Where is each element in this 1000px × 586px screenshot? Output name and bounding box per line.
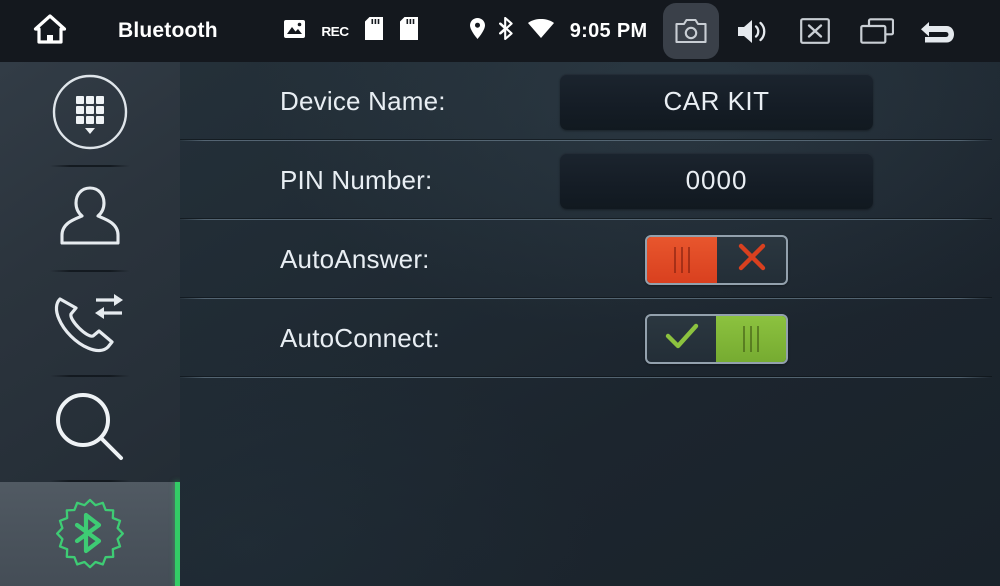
table-row: AutoAnswer: [180, 220, 1000, 299]
table-row: Device Name: CAR KIT [180, 62, 1000, 141]
toggle-knob [716, 315, 786, 362]
table-row: AutoConnect: [180, 299, 1000, 378]
home-button[interactable] [20, 13, 80, 49]
sidebar-item-contacts[interactable] [0, 167, 180, 272]
search-icon [51, 389, 129, 470]
sidebar-item-dialpad[interactable] [0, 62, 180, 167]
rec-icon: REC [321, 23, 349, 39]
toggle-state-icon-wrap [717, 242, 786, 277]
sidebar-item-call-history[interactable] [0, 272, 180, 377]
autoanswer-toggle[interactable] [645, 234, 788, 285]
status-right-button-group [663, 3, 967, 59]
dialpad-icon [52, 74, 128, 155]
home-icon [33, 13, 67, 49]
sd-card-1-icon [364, 17, 383, 45]
status-bar: Bluetooth REC 9:05 PM [0, 0, 1000, 62]
toggle-state-icon-wrap [647, 322, 716, 355]
page-title: Bluetooth [118, 19, 218, 42]
location-icon [469, 18, 485, 44]
infotainment-screen: Bluetooth REC 9:05 PM Device Name: CAR K… [0, 0, 1000, 586]
volume-button[interactable] [725, 3, 781, 59]
autoconnect-toggle[interactable] [645, 313, 788, 364]
contact-icon [53, 180, 127, 259]
windows-button[interactable] [849, 3, 905, 59]
row-label-autoanswer: AutoAnswer: [280, 244, 430, 274]
settings-panel: Device Name: CAR KIT PIN Number: 0000 Au… [180, 62, 1000, 586]
bluetooth-gear-icon [54, 497, 126, 574]
grip-icon [743, 325, 759, 352]
bluetooth-icon [498, 16, 514, 45]
wifi-icon [527, 18, 554, 43]
row-divider [180, 376, 992, 378]
close-button[interactable] [787, 3, 843, 59]
row-label-pin-number: PIN Number: [280, 165, 433, 195]
clock: 9:05 PM [569, 19, 648, 42]
sidebar-item-search[interactable] [0, 377, 180, 482]
status-left-icon-group: REC [283, 17, 418, 45]
sidebar-item-bluetooth-settings[interactable] [0, 482, 180, 586]
row-label-device-name: Device Name: [280, 86, 446, 116]
camera-button[interactable] [663, 3, 720, 59]
row-label-autoconnect: AutoConnect: [280, 323, 440, 353]
check-icon [665, 322, 699, 355]
sidebar [0, 62, 180, 586]
pin-number-field[interactable]: 0000 [560, 152, 873, 209]
sd-card-2-icon [399, 17, 418, 45]
cross-icon [737, 242, 767, 277]
status-mid-icon-group [469, 16, 554, 45]
device-name-field[interactable]: CAR KIT [560, 73, 873, 130]
toggle-knob [647, 236, 717, 283]
gallery-icon [283, 19, 305, 43]
grip-icon [674, 246, 690, 273]
call-history-icon [50, 285, 130, 364]
back-button[interactable] [911, 3, 967, 59]
table-row: PIN Number: 0000 [180, 141, 1000, 220]
